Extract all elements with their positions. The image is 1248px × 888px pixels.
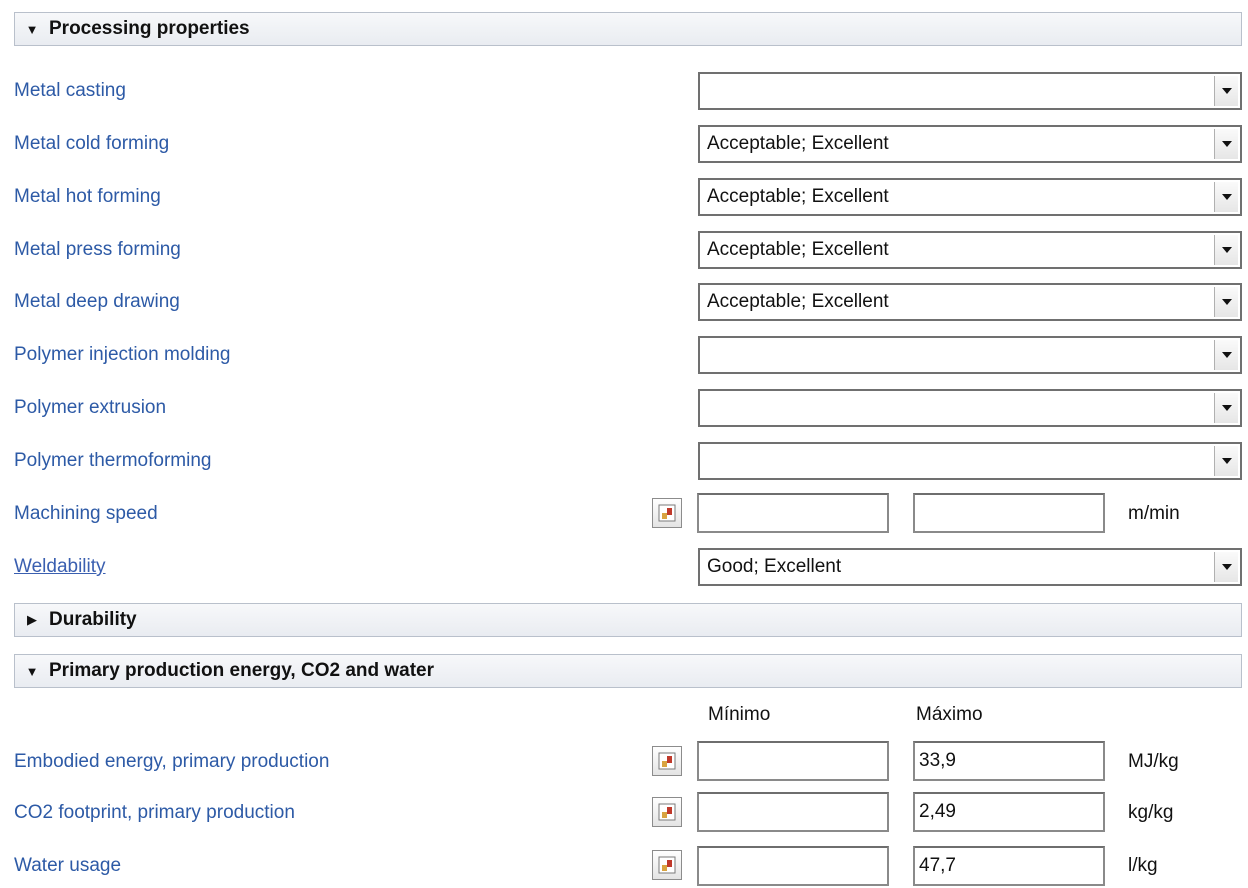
metal-hot-forming-dropdown[interactable]: Acceptable; Excellent bbox=[698, 178, 1242, 216]
dropdown-value: Acceptable; Excellent bbox=[707, 291, 889, 312]
property-label: Metal cold forming bbox=[14, 133, 170, 154]
range-chart-icon[interactable] bbox=[652, 746, 682, 776]
co2-footprint-min-input[interactable] bbox=[697, 792, 889, 832]
metal-cold-forming-dropdown[interactable]: Acceptable; Excellent bbox=[698, 125, 1242, 163]
dropdown-value: Good; Excellent bbox=[707, 556, 842, 577]
polymer-thermoforming-dropdown[interactable] bbox=[698, 442, 1242, 480]
section-title: Primary production energy, CO2 and water bbox=[49, 660, 435, 681]
property-label: CO2 footprint, primary production bbox=[14, 802, 295, 823]
section-title: Durability bbox=[49, 609, 137, 630]
co2-footprint-max-input[interactable]: 2,49 bbox=[913, 792, 1105, 832]
chevron-down-icon[interactable] bbox=[1214, 340, 1238, 370]
column-header-max: Máximo bbox=[916, 704, 983, 725]
range-chart-icon[interactable] bbox=[652, 797, 682, 827]
property-label: Metal hot forming bbox=[14, 186, 161, 207]
dropdown-value: Acceptable; Excellent bbox=[707, 186, 889, 207]
chevron-down-icon[interactable] bbox=[1214, 393, 1238, 423]
metal-press-forming-dropdown[interactable]: Acceptable; Excellent bbox=[698, 231, 1242, 269]
range-chart-icon[interactable] bbox=[652, 498, 682, 528]
polymer-injection-molding-dropdown[interactable] bbox=[698, 336, 1242, 374]
property-label: Metal deep drawing bbox=[14, 291, 180, 312]
dropdown-value: Acceptable; Excellent bbox=[707, 239, 889, 260]
water-usage-min-input[interactable] bbox=[697, 846, 889, 886]
weldability-link[interactable]: Weldability bbox=[14, 550, 106, 584]
chevron-down-icon[interactable] bbox=[1214, 552, 1238, 582]
property-label: Embodied energy, primary production bbox=[14, 751, 330, 772]
range-chart-icon[interactable] bbox=[652, 850, 682, 880]
embodied-energy-max-input[interactable]: 33,9 bbox=[913, 741, 1105, 781]
property-label: Polymer extrusion bbox=[14, 397, 167, 418]
triangle-down-icon: ▼ bbox=[25, 21, 39, 37]
section-header-processing-properties[interactable]: ▼ Processing properties bbox=[14, 12, 1242, 46]
column-header-min: Mínimo bbox=[708, 704, 771, 725]
property-label: Polymer injection molding bbox=[14, 344, 231, 365]
triangle-right-icon: ▶ bbox=[27, 612, 37, 627]
chevron-down-icon[interactable] bbox=[1214, 287, 1238, 317]
water-usage-max-input[interactable]: 47,7 bbox=[913, 846, 1105, 886]
unit-label: kg/kg bbox=[1128, 802, 1174, 823]
section-header-durability[interactable]: ▶ Durability bbox=[14, 603, 1242, 637]
dropdown-value: Acceptable; Excellent bbox=[707, 133, 889, 154]
chevron-down-icon[interactable] bbox=[1214, 129, 1238, 159]
unit-label: MJ/kg bbox=[1128, 751, 1179, 772]
property-label: Polymer thermoforming bbox=[14, 450, 212, 471]
section-header-primary-production[interactable]: ▼ Primary production energy, CO2 and wat… bbox=[14, 654, 1242, 688]
unit-label: l/kg bbox=[1128, 855, 1158, 876]
section-title: Processing properties bbox=[49, 18, 250, 39]
property-label: Water usage bbox=[14, 855, 122, 876]
triangle-down-icon: ▼ bbox=[25, 663, 39, 679]
metal-casting-dropdown[interactable] bbox=[698, 72, 1242, 110]
property-label: Metal press forming bbox=[14, 239, 181, 260]
polymer-extrusion-dropdown[interactable] bbox=[698, 389, 1242, 427]
chevron-down-icon[interactable] bbox=[1214, 182, 1238, 212]
machining-speed-max-input[interactable] bbox=[913, 493, 1105, 533]
metal-deep-drawing-dropdown[interactable]: Acceptable; Excellent bbox=[698, 283, 1242, 321]
property-label: Machining speed bbox=[14, 503, 158, 524]
property-label: Metal casting bbox=[14, 80, 126, 101]
embodied-energy-min-input[interactable] bbox=[697, 741, 889, 781]
machining-speed-min-input[interactable] bbox=[697, 493, 889, 533]
weldability-dropdown[interactable]: Good; Excellent bbox=[698, 548, 1242, 586]
chevron-down-icon[interactable] bbox=[1214, 235, 1238, 265]
chevron-down-icon[interactable] bbox=[1214, 446, 1238, 476]
unit-label: m/min bbox=[1128, 503, 1180, 524]
chevron-down-icon[interactable] bbox=[1214, 76, 1238, 106]
